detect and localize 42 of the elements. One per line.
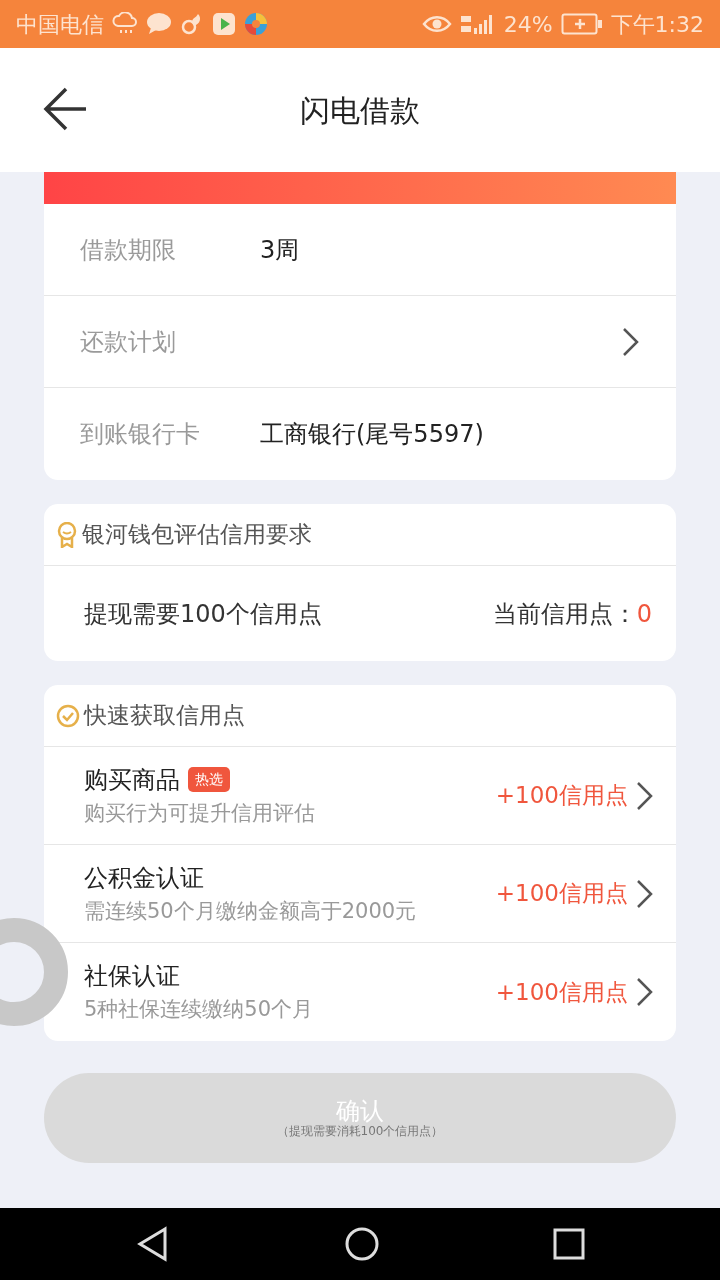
battery-icon [560,13,603,35]
row-value: 3周 [260,234,300,266]
back-arrow-icon[interactable] [42,86,88,132]
carrier-name: 中国电信 [16,10,104,39]
row-label: 到账银行卡 [80,419,201,450]
credit-task-row[interactable]: 公积金认证 需连续50个月缴纳金额高于2000元 +100信用点 [44,845,676,943]
chevron-right-icon [636,780,654,811]
recents-icon[interactable] [553,1228,586,1260]
section-title: 快速获取信用点 [84,701,245,731]
reward-points: +100信用点 [495,977,628,1007]
hot-badge: 热选 [188,767,230,793]
chevron-right-icon [622,326,640,357]
credit-task-row[interactable]: 社保认证 5种社保连续缴纳50个月 +100信用点 [44,943,676,1041]
battery-percent: 24% [503,10,553,39]
chevron-right-icon [636,878,654,909]
chevron-right-icon [636,977,654,1007]
reward-points: +100信用点 [495,781,628,811]
task-description: 需连续50个月缴纳金额高于2000元 [84,897,417,925]
row-label: 借款期限 [80,234,177,266]
row-label: 还款计划 [80,326,176,358]
task-title: 公积金认证 [84,862,204,894]
credit-task-row[interactable]: 购买商品 热选 购买行为可提升信用评估 +100信用点 [44,747,676,845]
home-icon[interactable] [344,1226,380,1262]
app-logo-icon [244,12,268,36]
chat-icon [146,12,172,36]
section-title: 银河钱包评估信用要求 [82,520,312,550]
medal-icon [56,521,78,548]
task-description: 5种社保连续缴纳50个月 [84,996,314,1024]
reward-points: +100信用点 [495,879,628,909]
eye-icon [421,13,452,35]
current-points-value: 0 [636,598,652,630]
check-circle-icon [56,703,80,728]
row-value: 工商银行(尾号5597) [260,419,484,450]
play-icon [212,12,236,36]
clock-time: 下午1:32 [610,10,704,39]
page-title: 闪电借款 [300,91,420,130]
task-title: 购买商品 [84,764,180,796]
weather-icon [112,12,138,36]
task-title: 社保认证 [84,961,180,993]
task-description: 购买行为可提升信用评估 [84,799,315,827]
requirement-text: 提现需要100个信用点 [84,598,322,630]
current-points-label: 当前信用点： [492,598,637,630]
